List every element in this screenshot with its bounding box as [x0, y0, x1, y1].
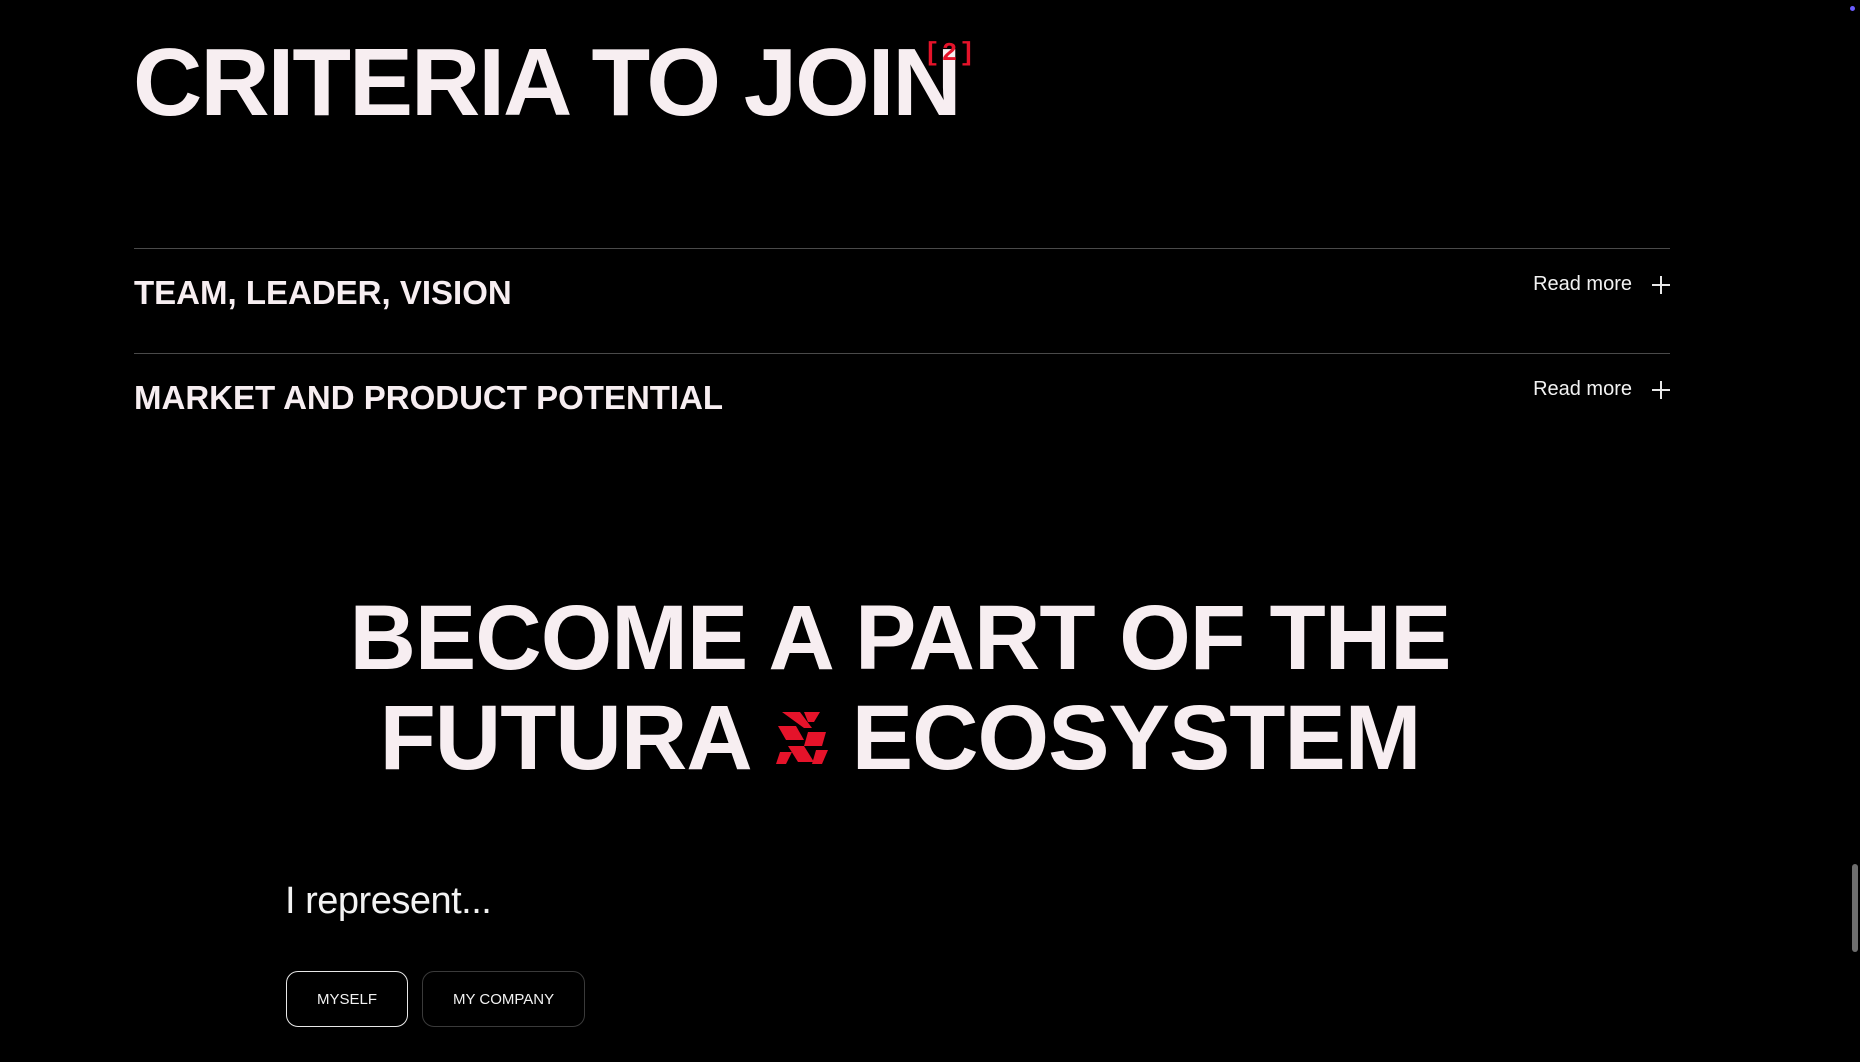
scrollbar-thumb[interactable] — [1852, 864, 1858, 952]
accordion-item-title: MARKET AND PRODUCT POTENTIAL — [134, 379, 724, 416]
plus-icon[interactable] — [1652, 275, 1670, 294]
cta-line-1: BECOME A PART OF THE — [349, 587, 1451, 689]
criteria-index-badge: [2] — [924, 38, 977, 68]
option-my-company-button[interactable]: MY COMPANY — [422, 971, 586, 1027]
read-more-button[interactable]: Read more — [1533, 378, 1670, 401]
read-more-label: Read more — [1533, 378, 1632, 400]
accordion-item-team[interactable]: TEAM, LEADER, VISION Read more — [134, 248, 1670, 353]
scrollbar[interactable] — [1848, 0, 1860, 1062]
page: CRITERIA TO JOIN [2] TEAM, LEADER, VISIO… — [0, 0, 1860, 1062]
cta-line-2: FUTURA ECOSYSTEM — [0, 688, 1800, 788]
cta-line-2-start: FUTURA — [379, 687, 753, 789]
read-more-label: Read more — [1533, 273, 1632, 295]
criteria-accordion: TEAM, LEADER, VISION Read more MARKET AN… — [134, 248, 1670, 458]
represent-label: I represent... — [285, 880, 492, 922]
criteria-heading: CRITERIA TO JOIN — [133, 29, 962, 136]
accordion-item-market[interactable]: MARKET AND PRODUCT POTENTIAL Read more — [134, 353, 1670, 458]
represent-options: MYSELF MY COMPANY — [286, 971, 586, 1027]
accordion-item-title: TEAM, LEADER, VISION — [134, 274, 512, 311]
read-more-button[interactable]: Read more — [1533, 273, 1670, 296]
cta-line-2-end: ECOSYSTEM — [851, 687, 1422, 789]
status-dot — [1850, 6, 1855, 11]
cta-heading: BECOME A PART OF THE FUTURA ECOSYSTEM — [0, 588, 1800, 788]
plus-icon[interactable] — [1652, 380, 1670, 399]
option-myself-button[interactable]: MYSELF — [286, 971, 409, 1027]
futura-logo-icon — [775, 711, 828, 764]
